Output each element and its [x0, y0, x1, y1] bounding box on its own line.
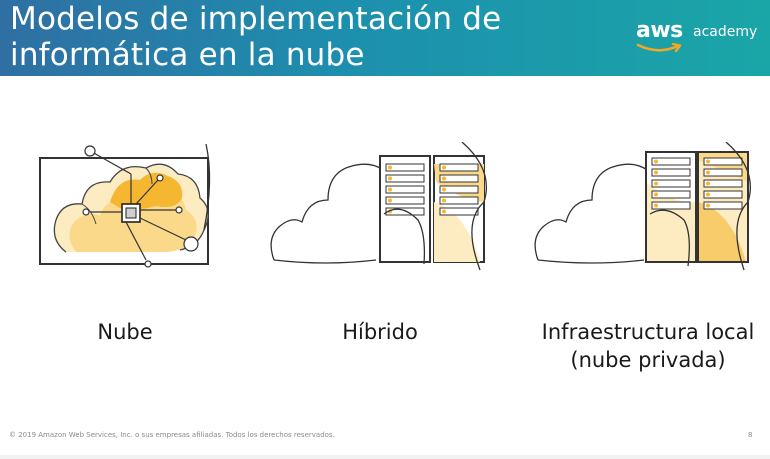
aws-logo-mark: aws [636, 18, 683, 43]
model-label-hybrid: Híbrido [300, 318, 460, 346]
slide-header: Modelos de implementación de informática… [0, 0, 770, 76]
title-line-1: Modelos de implementación de [10, 1, 502, 37]
model-label-on-premises: Infraestructura local (nube privada) [532, 318, 764, 374]
aws-smile-icon [636, 42, 682, 53]
model-label-on-premises-line1: Infraestructura local [541, 320, 755, 344]
title-line-2: informática en la nube [10, 37, 365, 73]
model-label-cloud-text: Nube [97, 320, 153, 344]
cloud-chip-icon [39, 143, 211, 268]
aws-academy-logo: aws academy [636, 18, 760, 58]
model-label-on-premises-line2: (nube privada) [570, 348, 726, 372]
page-number: 8 [748, 431, 753, 439]
aws-academy-text: academy [693, 24, 758, 40]
bottom-divider [0, 455, 770, 459]
model-label-cloud: Nube [55, 318, 195, 346]
model-label-hybrid-text: Híbrido [342, 320, 418, 344]
slide-title: Modelos de implementación de informática… [10, 1, 570, 73]
hybrid-cloud-server-icon [270, 142, 488, 271]
copyright-footer: © 2019 Amazon Web Services, Inc. o sus e… [9, 431, 335, 439]
on-premises-server-icon [534, 142, 752, 271]
